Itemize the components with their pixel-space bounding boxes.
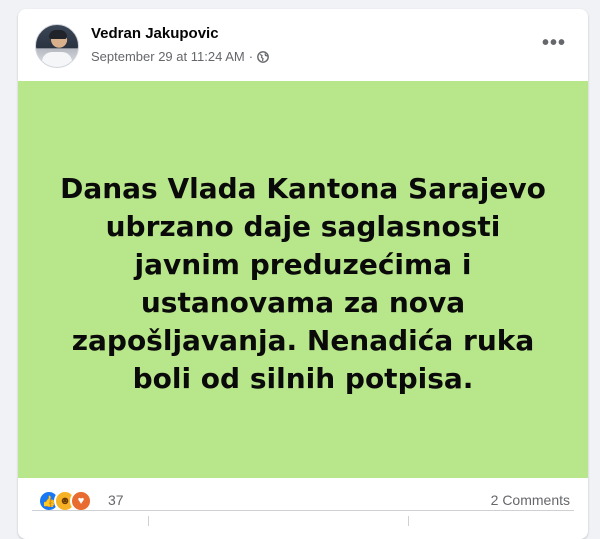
meta-separator: · xyxy=(248,49,254,64)
post-header: Vedran Jakupovic September 29 at 11:24 A… xyxy=(18,9,588,81)
action-separator xyxy=(408,516,409,526)
post-card: Vedran Jakupovic September 29 at 11:24 A… xyxy=(18,9,588,539)
post-meta: September 29 at 11:24 AM · xyxy=(91,49,269,64)
footer-divider xyxy=(32,510,574,511)
post-footer: 👍 ☻ ♥ 37 2 Comments xyxy=(18,478,588,538)
reactions-summary[interactable]: 👍 ☻ ♥ xyxy=(38,490,92,512)
action-separator xyxy=(148,516,149,526)
post-body: Danas Vlada Kantona Sarajevo ubrzano daj… xyxy=(18,81,588,478)
care-icon: ♥ xyxy=(70,490,92,512)
reaction-count[interactable]: 37 xyxy=(108,492,124,508)
author-name[interactable]: Vedran Jakupovic xyxy=(91,25,219,42)
post-timestamp[interactable]: September 29 at 11:24 AM xyxy=(91,49,245,64)
post-text: Danas Vlada Kantona Sarajevo ubrzano daj… xyxy=(60,171,546,395)
comments-count[interactable]: 2 Comments xyxy=(491,492,570,508)
globe-icon xyxy=(257,50,269,63)
avatar-shirt xyxy=(42,52,72,67)
more-options-button[interactable]: ••• xyxy=(542,33,566,53)
avatar-hair xyxy=(49,30,67,39)
avatar[interactable] xyxy=(35,24,79,68)
